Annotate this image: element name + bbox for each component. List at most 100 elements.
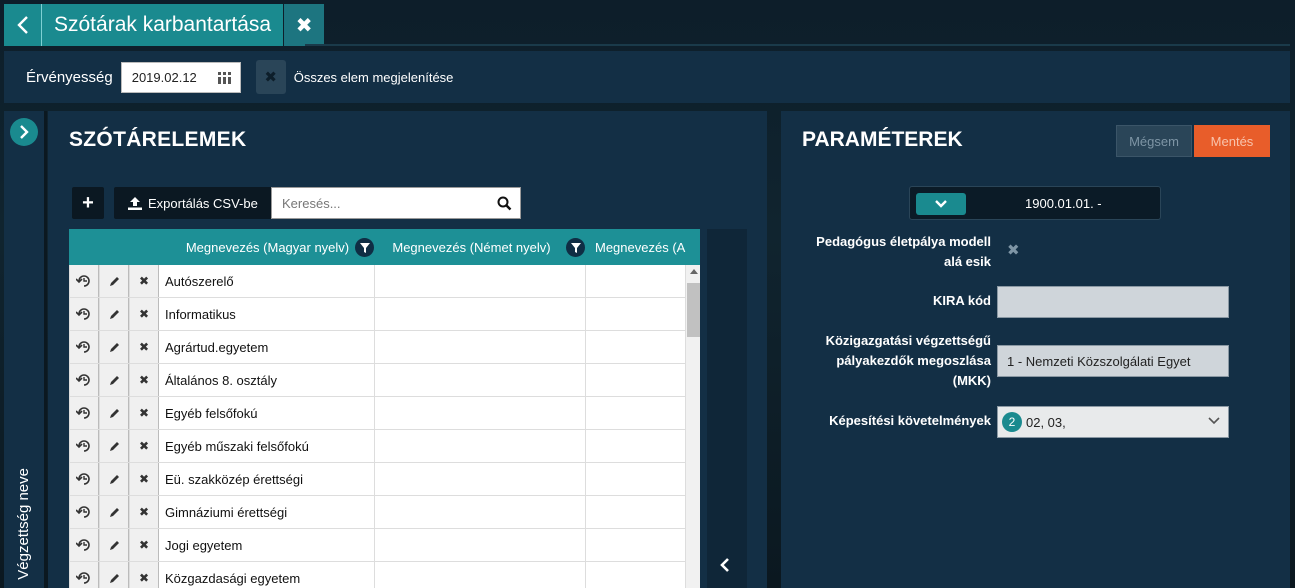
history-button[interactable]	[69, 265, 99, 297]
table-row[interactable]: ✖ Egyéb műszaki felsőfokú	[69, 430, 700, 463]
edit-button[interactable]	[99, 265, 129, 297]
table-row[interactable]: ✖ Eü. szakközép érettségi	[69, 463, 700, 496]
add-item-button[interactable]: +	[72, 187, 104, 219]
table-row[interactable]: ✖ Közgazdasági egyetem	[69, 562, 700, 588]
history-icon	[76, 506, 90, 518]
table-row[interactable]: ✖ Gimnáziumi érettségi	[69, 496, 700, 529]
history-button[interactable]	[69, 430, 99, 462]
history-button[interactable]	[69, 562, 99, 588]
cell-other	[586, 298, 699, 330]
history-icon	[76, 374, 90, 386]
column-header-other[interactable]: Megnevezés (A	[587, 229, 700, 265]
column-header-hungarian[interactable]: Megnevezés (Magyar nyelv)	[69, 229, 376, 265]
cell-german	[375, 463, 586, 495]
search-box	[271, 187, 521, 219]
cell-hungarian: Eü. szakközép érettségi	[159, 463, 375, 495]
kepesitesi-select[interactable]: 2 02, 03,	[997, 406, 1229, 438]
validity-period-selector: 1900.01.01. -	[909, 186, 1161, 220]
mkk-label-line: pályakezdők megoszlása	[836, 353, 991, 368]
mkk-input[interactable]: 1 - Nemzeti Közszolgálati Egyet	[997, 345, 1229, 377]
pedagogus-label: Pedagógus életpálya modell alá esik	[801, 232, 991, 272]
column-header-label: Megnevezés (Német nyelv)	[392, 239, 551, 255]
delete-button[interactable]: ✖	[129, 331, 159, 363]
calendar-icon[interactable]	[217, 71, 232, 84]
close-button[interactable]: ✖	[284, 4, 325, 46]
history-button[interactable]	[69, 463, 99, 495]
delete-icon: ✖	[138, 439, 150, 453]
back-button[interactable]	[4, 4, 42, 46]
column-header-german[interactable]: Megnevezés (Német nyelv)	[376, 229, 587, 265]
chevron-left-icon[interactable]	[720, 557, 730, 573]
search-input[interactable]	[282, 195, 482, 211]
cell-other	[586, 364, 699, 396]
history-button[interactable]	[69, 397, 99, 429]
validity-date-input[interactable]: 2019.02.12	[120, 61, 241, 93]
close-icon: ✖	[295, 14, 313, 37]
kira-code-input[interactable]	[997, 286, 1229, 318]
scroll-thumb[interactable]	[687, 283, 700, 337]
cancel-button[interactable]: Mégsem	[1116, 125, 1192, 157]
export-csv-label: Exportálás CSV-be	[148, 195, 258, 211]
history-button[interactable]	[69, 496, 99, 528]
edit-button[interactable]	[99, 331, 129, 363]
delete-button[interactable]: ✖	[129, 430, 159, 462]
edit-button[interactable]	[99, 364, 129, 396]
panel-title: SZÓTÁRELEMEK	[69, 128, 247, 151]
history-button[interactable]	[69, 529, 99, 561]
edit-button[interactable]	[99, 430, 129, 462]
cell-german	[375, 562, 586, 588]
edit-button[interactable]	[99, 562, 129, 588]
delete-icon: ✖	[138, 307, 150, 321]
table-row[interactable]: ✖ Agrártud.egyetem	[69, 331, 700, 364]
collapse-panel-strip[interactable]	[707, 229, 747, 588]
edit-button[interactable]	[99, 529, 129, 561]
table-row[interactable]: ✖ Egyéb felsőfokú	[69, 397, 700, 430]
table-row[interactable]: ✖ Jogi egyetem	[69, 529, 700, 562]
delete-button[interactable]: ✖	[129, 265, 159, 297]
cell-hungarian: Agrártud.egyetem	[159, 331, 375, 363]
delete-icon: ✖	[138, 505, 150, 519]
delete-button[interactable]: ✖	[129, 298, 159, 330]
edit-button[interactable]	[99, 496, 129, 528]
scroll-up-arrow[interactable]	[690, 269, 698, 274]
edit-button[interactable]	[99, 397, 129, 429]
history-button[interactable]	[69, 298, 99, 330]
delete-icon: ✖	[138, 373, 150, 387]
cell-other	[586, 529, 699, 561]
cell-hungarian: Autószerelő	[159, 265, 375, 297]
delete-button[interactable]: ✖	[129, 364, 159, 396]
title-bar: Szótárak karbantartása ✖	[4, 4, 325, 46]
chevron-down-icon[interactable]	[1208, 417, 1220, 425]
history-button[interactable]	[69, 331, 99, 363]
filter-bar: Érvényesség 2019.02.12 ✖ Összes elem meg…	[4, 51, 1290, 103]
table-header: Megnevezés (Magyar nyelv) Megnevezés (Né…	[69, 229, 700, 265]
search-icon[interactable]	[497, 196, 512, 211]
filter-icon[interactable]	[355, 238, 374, 257]
delete-icon: ✖	[138, 406, 150, 420]
history-icon	[76, 341, 90, 353]
cell-german	[375, 496, 586, 528]
edit-button[interactable]	[99, 298, 129, 330]
cell-german	[375, 265, 586, 297]
delete-button[interactable]: ✖	[129, 496, 159, 528]
delete-button[interactable]: ✖	[129, 397, 159, 429]
export-csv-button[interactable]: Exportálás CSV-be	[114, 187, 272, 219]
save-button[interactable]: Mentés	[1194, 125, 1270, 157]
delete-button[interactable]: ✖	[129, 562, 159, 588]
history-button[interactable]	[69, 364, 99, 396]
cell-other	[586, 397, 699, 429]
filter-icon[interactable]	[566, 238, 585, 257]
expand-sidebar-button[interactable]	[10, 118, 38, 146]
period-dropdown-button[interactable]	[916, 193, 966, 215]
table-scrollbar[interactable]	[685, 265, 700, 588]
table-row[interactable]: ✖ Általános 8. osztály	[69, 364, 700, 397]
delete-button[interactable]: ✖	[129, 529, 159, 561]
edit-button[interactable]	[99, 463, 129, 495]
upload-icon	[128, 196, 142, 210]
delete-button[interactable]: ✖	[129, 463, 159, 495]
cell-other	[586, 430, 699, 462]
table-row[interactable]: ✖ Autószerelő	[69, 265, 700, 298]
show-all-checkbox[interactable]: ✖	[255, 60, 286, 94]
table-row[interactable]: ✖ Informatikus	[69, 298, 700, 331]
pedagogus-checkbox[interactable]: ✖	[1007, 241, 1020, 259]
